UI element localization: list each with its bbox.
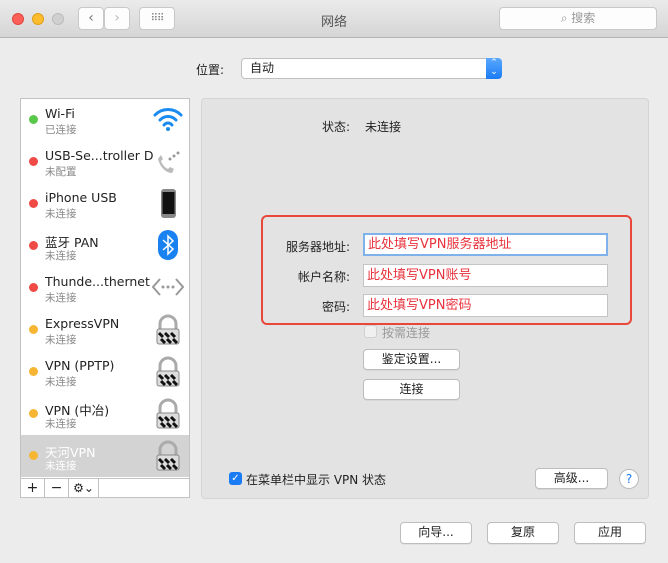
add-service-button[interactable]: + <box>21 479 45 497</box>
service-status: 未连接 <box>45 250 77 262</box>
search-icon: ⌕ <box>560 11 568 25</box>
highlight-box <box>261 215 632 325</box>
service-name: iPhone USB <box>45 190 117 205</box>
search-input[interactable]: ⌕ 搜索 <box>499 7 657 30</box>
lock-icon <box>152 439 184 471</box>
status-dot <box>29 157 38 166</box>
bluetooth-icon <box>152 229 184 261</box>
service-item[interactable]: USB-Se...troller D 未配置 <box>21 141 189 183</box>
service-item[interactable]: iPhone USB 未连接 <box>21 183 189 225</box>
service-item[interactable]: Thunde...thernet 未连接 <box>21 267 189 309</box>
service-name: VPN (PPTP) <box>45 358 115 373</box>
status-dot <box>29 409 38 418</box>
status-dot <box>29 199 38 208</box>
service-status: 未连接 <box>45 292 77 304</box>
service-list: 天河VPN 未连接 VPN (中冶) 未连接 VPN (PPTP) 未连接 Ex… <box>20 98 190 498</box>
status-dot <box>29 451 38 460</box>
lock-icon <box>152 397 184 429</box>
on-demand-checkbox[interactable] <box>364 325 377 338</box>
service-name: Wi-Fi <box>45 106 75 121</box>
status-dot <box>29 283 38 292</box>
service-status: 已连接 <box>45 124 77 136</box>
checkmark-icon: ✓ <box>231 473 240 484</box>
advanced-button[interactable]: 高级... <box>535 468 608 489</box>
service-item[interactable]: Wi-Fi 已连接 <box>21 99 189 141</box>
search-placeholder: 搜索 <box>571 11 596 25</box>
show-status-label: 在菜单栏中显示 VPN 状态 <box>246 473 387 487</box>
service-item[interactable]: VPN (PPTP) 未连接 <box>21 351 189 393</box>
status-dot <box>29 325 38 334</box>
service-status: 未连接 <box>45 418 77 430</box>
service-item[interactable]: 蓝牙 PAN 未连接 <box>21 225 189 267</box>
list-toolbar: + − ⚙⌄ <box>21 478 189 497</box>
service-status: 未配置 <box>45 166 77 178</box>
service-item[interactable]: VPN (中冶) 未连接 <box>21 393 189 435</box>
remove-service-button[interactable]: − <box>45 479 69 497</box>
lock-icon <box>152 355 184 387</box>
service-name: Thunde...thernet <box>45 274 150 289</box>
location-select[interactable]: 自动 ⌃ ⌄ <box>241 58 502 79</box>
revert-button[interactable]: 复原 <box>487 522 559 544</box>
location-value: 自动 <box>250 61 275 75</box>
status-dot <box>29 367 38 376</box>
service-status: 未连接 <box>45 334 77 346</box>
status-dot <box>29 241 38 250</box>
show-status-checkbox[interactable]: ✓ <box>229 472 242 485</box>
service-status: 未连接 <box>45 208 77 220</box>
location-label: 位置: <box>196 63 225 77</box>
service-item[interactable]: 天河VPN 未连接 <box>21 435 189 477</box>
apply-button[interactable]: 应用 <box>574 522 646 544</box>
help-button[interactable]: ? <box>619 469 639 489</box>
status-label: 状态: <box>321 120 350 134</box>
iphone-icon <box>152 187 184 219</box>
lock-icon <box>152 313 184 345</box>
service-name: ExpressVPN <box>45 316 120 331</box>
updown-arrow-icon: ⌃ ⌄ <box>486 58 502 79</box>
service-item[interactable]: ExpressVPN 未连接 <box>21 309 189 351</box>
connect-button[interactable]: 连接 <box>363 379 460 400</box>
auth-settings-button[interactable]: 鉴定设置... <box>363 349 460 370</box>
ethernet-icon <box>151 271 185 303</box>
on-demand-label: 按需连接 <box>382 326 431 340</box>
wifi-icon <box>152 103 184 135</box>
gear-menu-button[interactable]: ⚙⌄ <box>69 479 99 497</box>
service-status: 未连接 <box>45 376 77 388</box>
service-status: 未连接 <box>45 460 77 472</box>
phone-icon <box>152 145 184 177</box>
assist-button[interactable]: 向导... <box>400 522 472 544</box>
status-value: 未连接 <box>365 120 402 134</box>
service-name: USB-Se...troller D <box>45 148 154 163</box>
status-dot <box>29 115 38 124</box>
